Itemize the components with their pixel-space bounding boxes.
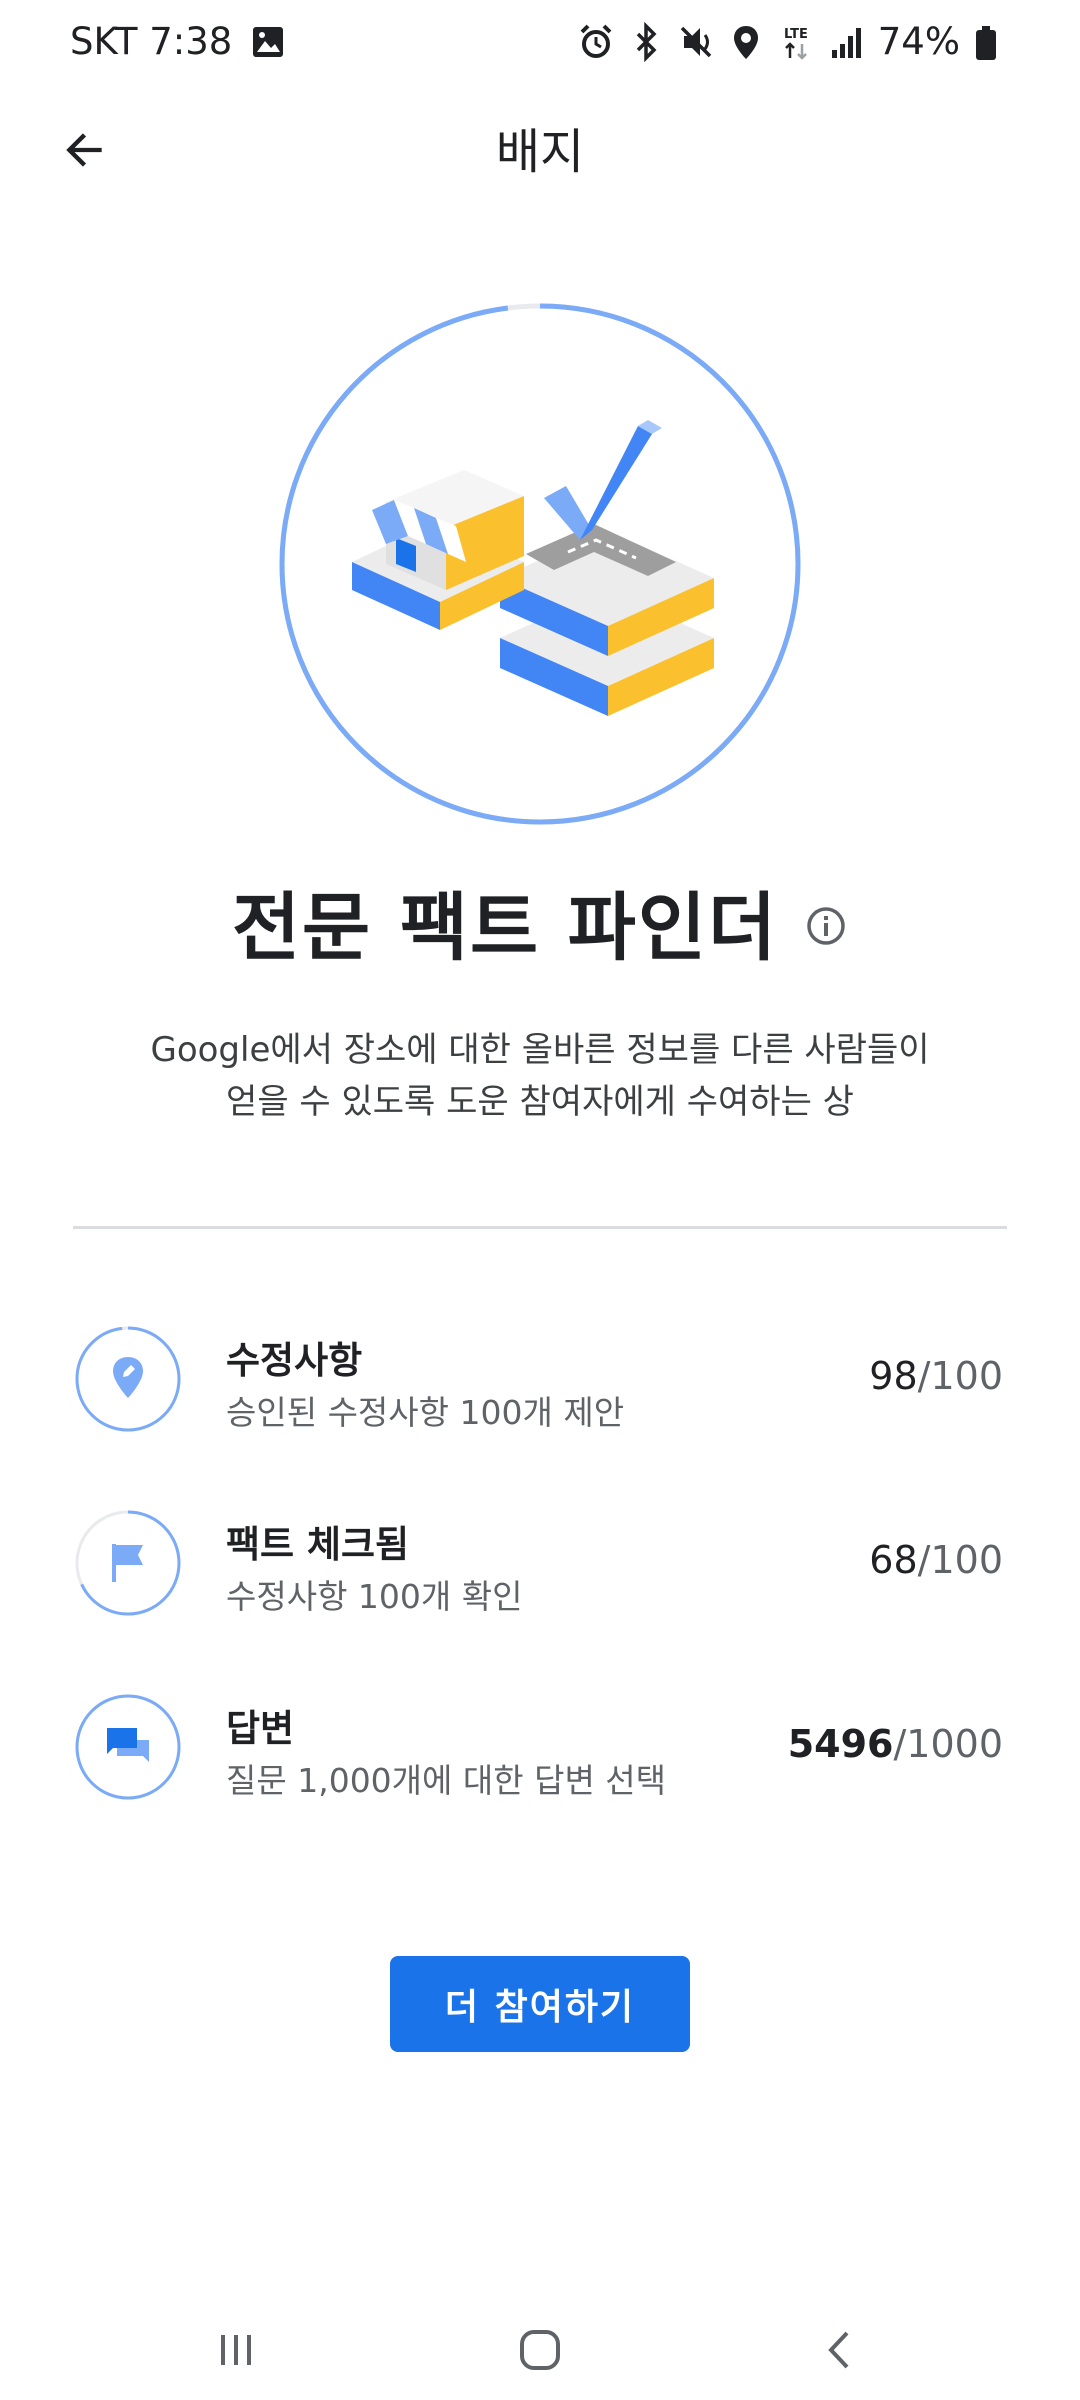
badge-detail-page: SKT 7:38 LTE 74% 배지 전문 팩트 파인더 Google에서 장… (0, 0, 1080, 2400)
progress-current: 5496 (787, 1722, 894, 1766)
page-title: 배지 (495, 124, 585, 180)
flag-icon (112, 1544, 143, 1582)
svg-text:LTE: LTE (784, 27, 808, 42)
badge-progress-ring (276, 300, 804, 828)
badge-description: Google에서 장소에 대한 올바른 정보를 다른 사람들이 얻을 수 있도록… (100, 1024, 980, 1128)
progress-item-count: 5496/1000 (788, 1722, 1003, 1766)
home-button[interactable] (500, 2310, 580, 2390)
lte-icon: LTE (778, 22, 814, 62)
badge-description-line-1: Google에서 장소에 대한 올바른 정보를 다른 사람들이 (150, 1030, 930, 1070)
info-icon (807, 906, 845, 945)
chat-icon (107, 1728, 149, 1762)
progress-current: 98 (869, 1354, 918, 1398)
recent-apps-button[interactable] (196, 2310, 276, 2390)
app-bar: 배지 (0, 100, 1080, 200)
progress-item-title: 팩트 체크됨 (226, 1523, 410, 1566)
badge-description-line-2: 얻을 수 있도록 도운 참여자에게 수여하는 상 (226, 1082, 854, 1122)
progress-item-count: 68/100 (869, 1538, 1003, 1582)
signal-icon (828, 22, 864, 62)
gallery-notification-icon (250, 22, 286, 62)
progress-item-title: 수정사항 (226, 1339, 363, 1382)
answers-progress-ring (73, 1692, 183, 1802)
location-icon (728, 22, 764, 62)
info-button[interactable] (804, 904, 848, 948)
facts-progress-ring (73, 1508, 183, 1618)
progress-total: /100 (917, 1354, 1003, 1398)
battery-percent: 74% (877, 20, 960, 63)
alarm-icon (578, 22, 614, 62)
bluetooth-icon (628, 21, 664, 62)
edits-progress-ring (73, 1324, 183, 1434)
badge-title-row: 전문 팩트 파인더 (0, 868, 1080, 975)
status-bar: SKT 7:38 LTE 74% (0, 0, 1080, 90)
contribute-more-button[interactable]: 더 참여하기 (390, 1956, 690, 2052)
progress-current: 68 (869, 1538, 918, 1582)
fact-finder-illustration (352, 420, 714, 716)
progress-item-title: 답변 (226, 1707, 295, 1750)
progress-item-facts-checked: 팩트 체크됨 수정사항 100개 확인 68/100 (73, 1494, 1007, 1678)
chevron-left-icon (828, 2331, 849, 2369)
progress-item-subtitle: 승인된 수정사항 100개 제안 (226, 1393, 625, 1432)
progress-item-edits: 수정사항 승인된 수정사항 100개 제안 98/100 (73, 1310, 1007, 1494)
vibrate-mute-icon (678, 22, 714, 62)
progress-total: /100 (917, 1538, 1003, 1582)
pin-edit-icon (113, 1357, 143, 1398)
progress-list: 수정사항 승인된 수정사항 100개 제안 98/100 팩트 체크됨 수정사항… (73, 1310, 1007, 1862)
system-nav-bar (0, 2290, 1080, 2400)
status-left: SKT 7:38 (70, 20, 286, 63)
progress-item-count: 98/100 (869, 1354, 1003, 1398)
progress-total: /1000 (893, 1722, 1003, 1766)
progress-item-subtitle: 질문 1,000개에 대한 답변 선택 (226, 1761, 667, 1800)
badge-title: 전문 팩트 파인더 (231, 885, 779, 971)
recent-apps-icon (221, 2335, 251, 2365)
battery-icon (974, 22, 1010, 62)
system-back-button[interactable] (800, 2310, 880, 2390)
home-icon (520, 2330, 560, 2370)
status-right: LTE 74% (578, 20, 1010, 63)
carrier-time: SKT 7:38 (70, 20, 233, 63)
section-divider (73, 1226, 1007, 1229)
progress-item-answers: 답변 질문 1,000개에 대한 답변 선택 5496/1000 (73, 1678, 1007, 1862)
progress-item-subtitle: 수정사항 100개 확인 (226, 1577, 523, 1616)
